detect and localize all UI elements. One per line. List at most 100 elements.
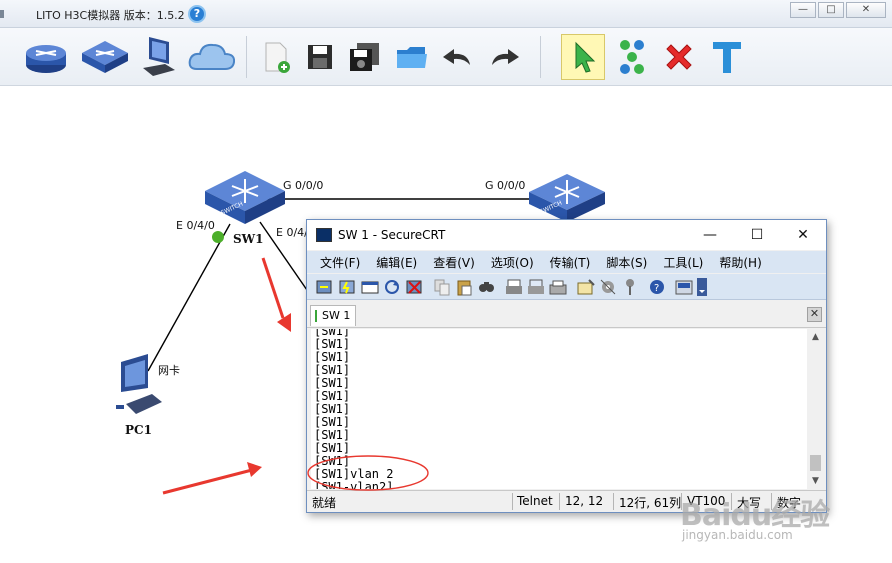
- open-folder-icon: [397, 47, 427, 68]
- connect-icon[interactable]: [315, 278, 333, 296]
- menu-view[interactable]: 查看(V): [433, 254, 475, 271]
- close-button[interactable]: ✕: [846, 2, 886, 18]
- sftp-icon[interactable]: [675, 278, 693, 296]
- connect-icon: [620, 40, 644, 74]
- menu-tools[interactable]: 工具(L): [663, 254, 703, 271]
- crt-menubar: 文件(F) 编辑(E) 查看(V) 选项(O) 传输(T) 脚本(S) 工具(L…: [307, 251, 826, 273]
- menu-options[interactable]: 选项(O): [491, 254, 534, 271]
- undo-icon: [443, 49, 470, 65]
- global-options-icon[interactable]: [599, 278, 617, 296]
- crt-minimize-button[interactable]: —: [695, 224, 725, 246]
- port-label-sw1-e040: E 0/4/0: [176, 219, 215, 232]
- find-icon[interactable]: [477, 278, 495, 296]
- toolbar-separator: [540, 36, 541, 78]
- device-label-sw1: SW1: [233, 232, 264, 246]
- open-folder-button[interactable]: [388, 32, 436, 82]
- help-icon[interactable]: ?: [648, 278, 666, 296]
- crt-toolbar: ?: [307, 274, 826, 300]
- cloud-icon: [188, 43, 235, 70]
- minimize-button[interactable]: —: [790, 2, 816, 18]
- port-label-sw1-g000: G 0/0/0: [283, 179, 324, 192]
- session-options-icon[interactable]: [577, 278, 595, 296]
- link-sw1-pc1[interactable]: [147, 223, 231, 372]
- status-position: 12行, 61列: [619, 496, 682, 510]
- status-terminal: VT100: [687, 494, 726, 508]
- securecrt-title: SW 1 - SecureCRT: [338, 228, 446, 242]
- quick-connect-icon[interactable]: [338, 278, 356, 296]
- delete-icon: [666, 44, 692, 70]
- switch-sw1-icon[interactable]: SWITCH: [205, 171, 285, 224]
- status-num: 数字: [777, 496, 802, 510]
- status-divider: [512, 493, 513, 510]
- redo-icon: [492, 49, 519, 65]
- undo-button[interactable]: [434, 32, 482, 82]
- svg-text:?: ?: [654, 283, 659, 294]
- port-label-sw2-g000: G 0/0/0: [485, 179, 526, 192]
- save-as-button[interactable]: [340, 32, 388, 82]
- copy-icon[interactable]: [433, 278, 451, 296]
- router-tool-button[interactable]: [22, 32, 70, 82]
- crt-close-button[interactable]: ✕: [788, 224, 818, 246]
- status-protocol: Telnet: [517, 494, 553, 508]
- crt-tabbar: SW 1 ✕: [307, 302, 826, 328]
- menu-script[interactable]: 脚本(S): [606, 254, 647, 271]
- scroll-down-icon[interactable]: ▼: [807, 473, 824, 489]
- menu-help[interactable]: 帮助(H): [719, 254, 761, 271]
- tab-close-icon[interactable]: ✕: [807, 307, 822, 322]
- status-divider: [681, 493, 682, 510]
- menu-file[interactable]: 文件(F): [320, 254, 360, 271]
- port-label-sw1-e04x: E 0/4/: [276, 226, 308, 239]
- scroll-thumb[interactable]: [810, 455, 821, 471]
- securecrt-titlebar[interactable]: SW 1 - SecureCRT — ☐ ✕: [307, 220, 826, 250]
- router-icon: [26, 45, 66, 73]
- pc1-nic-label: 网卡: [158, 364, 180, 377]
- session-tab-sw1[interactable]: SW 1: [310, 305, 356, 326]
- maximize-button[interactable]: □: [818, 2, 844, 18]
- menu-edit[interactable]: 编辑(E): [376, 254, 417, 271]
- new-file-icon: [265, 42, 290, 73]
- pc1-icon[interactable]: [116, 354, 162, 414]
- save-as-icon: [350, 43, 379, 71]
- connect-tool-button[interactable]: [608, 32, 656, 82]
- port-status-icon: [212, 231, 224, 243]
- toolbar-overflow-icon[interactable]: [697, 278, 707, 296]
- scroll-up-icon[interactable]: ▲: [807, 329, 824, 345]
- paste-icon[interactable]: [455, 278, 473, 296]
- securecrt-app-icon: [316, 228, 332, 242]
- select-tool-button[interactable]: [561, 34, 605, 80]
- print-icon[interactable]: [505, 278, 523, 296]
- save-icon: [308, 45, 332, 69]
- text-tool-button[interactable]: [703, 32, 751, 82]
- window-controls: — □ ✕: [790, 2, 886, 18]
- crt-maximize-button[interactable]: ☐: [742, 224, 772, 246]
- pc-tool-button[interactable]: [135, 32, 183, 82]
- device-label-pc1: PC1: [125, 423, 152, 437]
- disconnect-icon[interactable]: [405, 278, 423, 296]
- terminal-line: [SW1-vlan2]: [314, 480, 394, 490]
- switch-tool-button[interactable]: [80, 32, 128, 82]
- print-selection-icon[interactable]: [527, 278, 545, 296]
- keymap-icon[interactable]: [621, 278, 639, 296]
- terminal-output[interactable]: [SW1] [SW1] [SW1] [SW1] [SW1] [SW1] [SW1] [SW1]…: [311, 329, 807, 489]
- terminal-scrollbar[interactable]: ▲ ▼: [807, 329, 824, 489]
- select-pointer-icon: [575, 41, 596, 73]
- app-titlebar: LITO H3C模拟器 版本：1.5.2 ? — □ ✕: [0, 0, 892, 28]
- reconnect-icon[interactable]: [383, 278, 401, 296]
- cloud-tool-button[interactable]: [187, 32, 235, 82]
- connect-tab-icon[interactable]: [361, 278, 379, 296]
- help-icon[interactable]: ?: [188, 5, 206, 23]
- window-edge: [0, 10, 4, 18]
- save-button[interactable]: [296, 32, 344, 82]
- printer-icon[interactable]: [549, 278, 567, 296]
- status-cursor: 12, 12: [565, 494, 604, 508]
- crt-statusbar: 就绪 Telnet 12, 12 12行, 61列 VT100 大写 数字: [307, 490, 826, 512]
- switch-sw2-icon[interactable]: SWITCH: [529, 174, 605, 222]
- redo-button[interactable]: [480, 32, 528, 82]
- menu-transfer[interactable]: 传输(T): [550, 254, 591, 271]
- delete-tool-button[interactable]: [655, 32, 703, 82]
- pc-icon: [143, 37, 175, 76]
- main-toolbar: [0, 28, 892, 86]
- new-file-button[interactable]: [252, 32, 300, 82]
- securecrt-window[interactable]: SW 1 - SecureCRT — ☐ ✕ 文件(F) 编辑(E) 查看(V)…: [306, 219, 827, 513]
- status-caps: 大写: [737, 496, 762, 510]
